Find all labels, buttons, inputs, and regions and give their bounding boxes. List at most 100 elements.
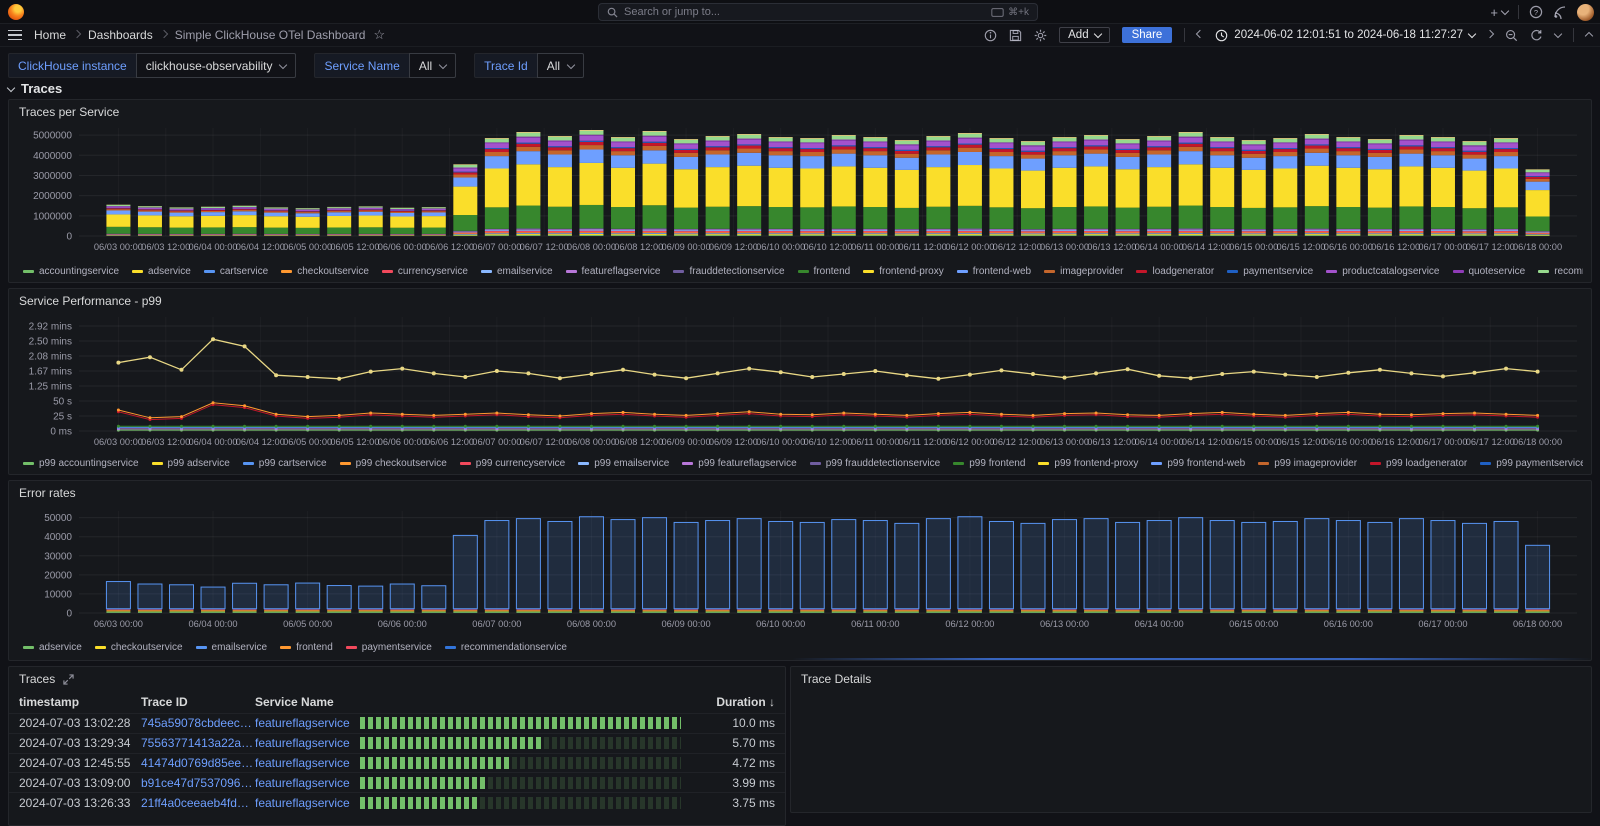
legend-item[interactable]: cartservice [204,266,268,277]
legend-item[interactable]: p99 featureflagservice [682,458,796,469]
legend-item[interactable]: paymentservice [346,642,432,653]
legend-item[interactable]: productcatalogservice [1326,266,1439,277]
error-bar [138,584,162,613]
add-new-button[interactable]: + [1490,5,1508,20]
legend-item[interactable]: checkoutservice [95,642,183,653]
legend-item[interactable]: frauddetectionservice [673,266,784,277]
table-row[interactable]: 2024-07-03 13:29:3475563771413a22a54618.… [9,733,785,753]
legend-item[interactable]: p99 emailservice [578,458,669,469]
legend-item[interactable]: p99 frontend-proxy [1038,458,1138,469]
variable-value-dropdown[interactable]: clickhouse-observability [136,53,297,78]
news-icon[interactable] [1553,5,1567,19]
variable-label[interactable]: Service Name [314,53,408,78]
cell-trace-id-link[interactable]: 21ff4a0ceeaeb4fd90af0... [141,796,255,810]
legend-item[interactable]: recommendationservice [1538,266,1583,277]
legend-item[interactable]: adservice [132,266,191,277]
variable-value-dropdown[interactable]: All [537,53,584,78]
panel-title[interactable]: Service Performance - p99 [19,294,162,308]
col-service-name[interactable]: Service Name [255,695,360,709]
breadcrumb-dashboards[interactable]: Dashboards [88,28,153,42]
expand-icon[interactable] [63,674,74,685]
collapse-icon[interactable] [1585,32,1593,40]
refresh-interval-dropdown-icon[interactable] [1554,30,1562,38]
cell-trace-id-link[interactable]: 75563771413a22a54618... [141,736,255,750]
legend-color-dash [152,462,163,465]
legend-label: quoteservice [1469,266,1526,277]
legend-item[interactable]: frontend [798,266,851,277]
share-button[interactable]: Share [1122,27,1173,43]
help-icon[interactable]: ? [1529,5,1543,19]
legend-item[interactable]: recommendationservice [445,642,567,653]
legend-item[interactable]: frontend [280,642,333,653]
settings-gear-icon[interactable] [1034,29,1047,42]
dashboard-insights-icon[interactable] [984,29,997,42]
legend-item[interactable]: quoteservice [1453,266,1526,277]
stacked-bar [1210,137,1234,236]
grafana-logo-icon[interactable] [8,4,24,20]
legend-item[interactable]: imageprovider [1044,266,1123,277]
legend-item[interactable]: p99 adservice [152,458,230,469]
legend-item[interactable]: p99 frontend [953,458,1025,469]
table-row[interactable]: 2024-07-03 13:26:3321ff4a0ceeaeb4fd90af0… [9,792,785,812]
time-shift-back-icon[interactable] [1196,30,1204,38]
cell-trace-id-link[interactable]: 41474d0769d85ee2828... [141,756,255,770]
legend-item[interactable]: p99 currencyservice [460,458,565,469]
legend-item[interactable]: currencyservice [382,266,468,277]
time-range-picker[interactable]: 2024-06-02 12:01:51 to 2024-06-18 11:27:… [1215,29,1475,42]
panel-title[interactable]: Trace Details [801,672,871,686]
favorite-star-icon[interactable]: ☆ [373,27,385,43]
legend-item[interactable]: adservice [23,642,82,653]
legend-item[interactable]: emailservice [481,266,553,277]
col-duration[interactable]: Duration ↓ [691,695,775,709]
search-input[interactable]: Search or jump to... ⌘+k [598,3,1038,21]
user-avatar[interactable] [1577,4,1594,21]
legend-item[interactable]: loadgenerator [1136,266,1214,277]
legend-item[interactable]: p99 cartservice [243,458,327,469]
table-row[interactable]: 2024-07-03 13:02:28745a59078cbdeec39b7..… [9,713,785,733]
legend-item[interactable]: p99 paymentservice [1480,458,1583,469]
col-timestamp[interactable]: timestamp [19,695,141,709]
legend-item[interactable]: p99 loadgenerator [1370,458,1467,469]
legend-item[interactable]: p99 frontend-web [1151,458,1245,469]
legend-item[interactable]: p99 accountingservice [23,458,139,469]
svg-text:0 ms: 0 ms [50,427,72,438]
cell-trace-id-link[interactable]: 745a59078cbdeec39b7... [141,716,255,730]
variable-label[interactable]: Trace Id [474,53,537,78]
row-traces-header[interactable]: Traces [8,81,62,96]
variable-label[interactable]: ClickHouse instance [8,53,136,78]
col-trace-id[interactable]: Trace ID [141,695,255,709]
time-shift-forward-icon[interactable] [1486,30,1494,38]
cell-service-link[interactable]: featureflagservice [255,796,360,810]
panel-title[interactable]: Traces per Service [19,105,119,119]
refresh-icon[interactable] [1530,29,1543,42]
legend-item[interactable]: emailservice [196,642,268,653]
table-row[interactable]: 2024-07-03 12:45:5541474d0769d85ee2828..… [9,753,785,773]
panel-title[interactable]: Error rates [19,486,76,500]
save-icon[interactable] [1009,29,1022,42]
add-button[interactable]: Add [1059,27,1109,43]
svg-text:2.50 mins: 2.50 mins [29,337,72,348]
cell-duration: 3.75 ms [691,796,775,810]
error-bar [1242,522,1266,613]
stacked-bar [1431,137,1455,236]
legend-item[interactable]: paymentservice [1227,266,1313,277]
cell-service-link[interactable]: featureflagservice [255,716,360,730]
table-row[interactable]: 2024-07-03 13:09:00b91ce47d753709695f1d.… [9,772,785,792]
legend-item[interactable]: accountingservice [23,266,119,277]
legend-item[interactable]: featureflagservice [566,266,661,277]
legend-item[interactable]: p99 checkoutservice [340,458,447,469]
legend-item[interactable]: frontend-proxy [863,266,943,277]
cell-service-link[interactable]: featureflagservice [255,776,360,790]
legend-item[interactable]: checkoutservice [281,266,369,277]
cell-service-link[interactable]: featureflagservice [255,756,360,770]
legend-item[interactable]: frontend-web [957,266,1031,277]
panel-title[interactable]: Traces [19,672,74,686]
legend-item[interactable]: p99 imageprovider [1258,458,1357,469]
menu-icon[interactable] [8,30,22,41]
zoom-out-icon[interactable] [1505,29,1518,42]
cell-trace-id-link[interactable]: b91ce47d753709695f1d... [141,776,255,790]
legend-item[interactable]: p99 frauddetectionservice [810,458,941,469]
variable-value-dropdown[interactable]: All [409,53,456,78]
breadcrumb-home[interactable]: Home [34,28,66,42]
cell-service-link[interactable]: featureflagservice [255,736,360,750]
